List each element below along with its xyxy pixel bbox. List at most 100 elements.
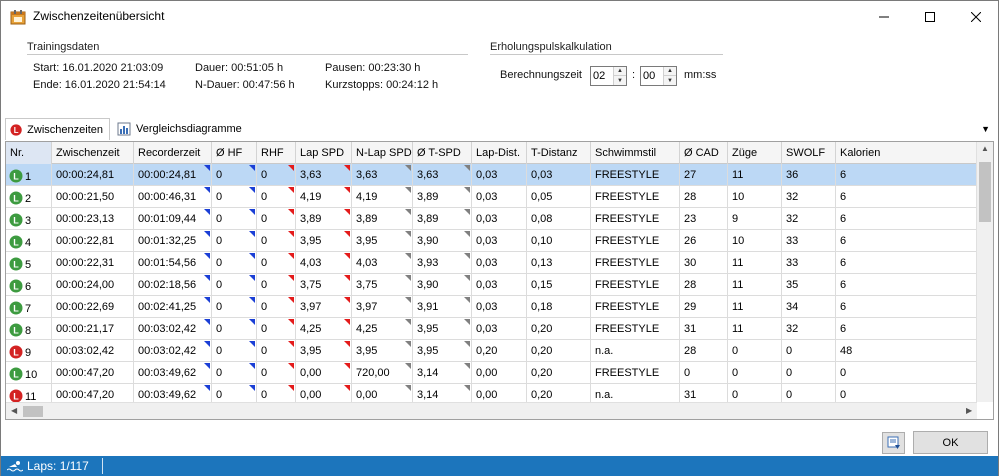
ok-button[interactable]: OK: [913, 431, 988, 454]
cell-value: 48: [840, 345, 853, 357]
table-row[interactable]: L 8 00:00:21,17 00:03:02,42 0 0 4,25 4,25 3,95 0,…: [6, 318, 977, 340]
column-header[interactable]: Ø T-SPD: [413, 142, 472, 164]
cell-value: 3,97: [300, 301, 322, 313]
cell-value: 32: [786, 213, 799, 225]
status-separator: [102, 458, 103, 474]
lap-number: 1: [25, 171, 32, 183]
table-cell: 0,03: [472, 274, 527, 296]
table-cell: 35: [782, 274, 836, 296]
table-row[interactable]: L 4 00:00:22,81 00:01:32,25 0 0 3,95 3,95 3,90 0,…: [6, 230, 977, 252]
lap-status-icon: L: [9, 257, 23, 271]
cell-value: 0,03: [476, 323, 498, 335]
scroll-thumb[interactable]: [23, 406, 43, 417]
cell-value: 0: [786, 345, 793, 357]
vertical-scrollbar[interactable]: ▲: [976, 142, 993, 402]
scroll-thumb[interactable]: [979, 162, 991, 222]
cell-marker: [249, 187, 255, 193]
spin-down-icon[interactable]: ▼: [614, 76, 626, 85]
lap-number-cell: L3: [6, 208, 52, 230]
cell-value: 00:00:21,17: [56, 323, 115, 335]
close-button[interactable]: [953, 1, 999, 32]
cell-value: 30: [684, 257, 697, 269]
column-header[interactable]: SWOLF: [782, 142, 836, 164]
table-cell: 00:00:24,00: [52, 274, 134, 296]
spin-up-icon[interactable]: ▲: [664, 67, 676, 76]
svg-text:L: L: [13, 304, 19, 314]
tab-label: Vergleichsdiagramme: [136, 123, 242, 135]
column-header[interactable]: Schwimmstil: [591, 142, 680, 164]
cell-marker: [405, 275, 411, 281]
table-cell: 0,20: [527, 340, 591, 362]
cell-value: 3,95: [417, 323, 439, 335]
column-header[interactable]: Lap SPD: [296, 142, 352, 164]
scroll-right-icon[interactable]: ▶: [966, 406, 972, 415]
cell-marker: [288, 363, 294, 369]
seconds-spinner[interactable]: 00 ▲ ▼: [640, 66, 677, 86]
minimize-button[interactable]: [861, 1, 907, 32]
maximize-button[interactable]: [907, 1, 953, 32]
table-row[interactable]: L 5 00:00:22,31 00:01:54,56 0 0 4,03 4,03 3,93 0,…: [6, 252, 977, 274]
cell-value: 6: [840, 213, 847, 225]
minutes-spinner[interactable]: 02 ▲ ▼: [590, 66, 627, 86]
cell-marker: [204, 275, 210, 281]
tab-vergleichsdiagramme[interactable]: Vergleichsdiagramme: [113, 118, 248, 140]
column-header[interactable]: Kalorien: [836, 142, 977, 164]
table-row[interactable]: L 3 00:00:23,13 00:01:09,44 0 0 3,89 3,89 3,89 0,…: [6, 208, 977, 230]
column-header[interactable]: N-Lap SPD: [352, 142, 413, 164]
cell-value: 0: [216, 257, 223, 269]
cell-marker: [344, 297, 350, 303]
cell-value: 0,03: [476, 257, 498, 269]
cell-value: 0,03: [476, 235, 498, 247]
cell-marker: [344, 187, 350, 193]
scroll-left-icon[interactable]: ◀: [11, 406, 17, 415]
column-header[interactable]: T-Distanz: [527, 142, 591, 164]
column-header[interactable]: Recorderzeit: [134, 142, 212, 164]
column-header[interactable]: Nr.: [6, 142, 52, 164]
cell-value: n.a.: [595, 389, 614, 401]
cell-value: 00:02:41,25: [138, 301, 197, 313]
table-cell: 4,03: [296, 252, 352, 274]
table-row[interactable]: L 1 00:00:24,81 00:00:24,81 0 0 3,63 3,63 3,63 0,…: [6, 164, 977, 186]
cell-value: 0: [216, 367, 223, 379]
cell-value: 3,14: [417, 367, 439, 379]
cell-marker: [405, 187, 411, 193]
cell-marker: [464, 341, 470, 347]
erholung-title: Erholungspulskalkulation: [490, 41, 612, 53]
table-row[interactable]: L 6 00:00:24,00 00:02:18,56 0 0 3,75 3,75 3,90 0,…: [6, 274, 977, 296]
table-cell: 3,97: [296, 296, 352, 318]
column-header[interactable]: Züge: [728, 142, 782, 164]
table-row[interactable]: L 10 00:00:47,20 00:03:49,62 0 0 0,00 720,00 3,1…: [6, 362, 977, 384]
table-cell: 0: [212, 208, 257, 230]
cell-marker: [288, 341, 294, 347]
column-header[interactable]: Lap-Dist.: [472, 142, 527, 164]
cell-value: 0: [786, 389, 793, 401]
table-row[interactable]: L 2 00:00:21,50 00:00:46,31 0 0 4,19 4,19 3,89 0,…: [6, 186, 977, 208]
cell-value: 3,95: [300, 235, 322, 247]
table-cell: 0: [257, 186, 296, 208]
horizontal-scrollbar[interactable]: ◀ ▶: [6, 402, 977, 419]
cell-value: 0,10: [531, 235, 553, 247]
title-bar: Zwischenzeitenübersicht: [1, 1, 998, 32]
scroll-up-icon[interactable]: ▲: [981, 144, 989, 153]
column-header[interactable]: RHF: [257, 142, 296, 164]
table-cell: 00:03:02,42: [52, 340, 134, 362]
table-row[interactable]: L 9 00:03:02,42 00:03:02,42 0 0 3,95 3,95 3,95 0,…: [6, 340, 977, 362]
table-row[interactable]: L 7 00:00:22,69 00:02:41,25 0 0 3,97 3,97 3,91 0,…: [6, 296, 977, 318]
cell-value: 3,14: [417, 389, 439, 401]
column-header[interactable]: Ø CAD: [680, 142, 728, 164]
export-button[interactable]: [882, 432, 905, 454]
column-header[interactable]: Zwischenzeit: [52, 142, 134, 164]
cell-value: 00:00:23,13: [56, 213, 115, 225]
cell-value: 3,95: [300, 345, 322, 357]
cell-value: 00:01:54,56: [138, 257, 197, 269]
cell-value: 00:00:22,31: [56, 257, 115, 269]
table-cell: 0,03: [472, 230, 527, 252]
tab-zwischenzeiten[interactable]: L Zwischenzeiten: [5, 118, 110, 140]
spin-down-icon[interactable]: ▼: [664, 76, 676, 85]
cell-value: 0: [261, 323, 268, 335]
spin-up-icon[interactable]: ▲: [614, 67, 626, 76]
table-cell: 0: [257, 252, 296, 274]
cell-value: 3,90: [417, 235, 439, 247]
column-header[interactable]: Ø HF: [212, 142, 257, 164]
tab-menu-arrow-icon[interactable]: ▼: [981, 124, 990, 134]
